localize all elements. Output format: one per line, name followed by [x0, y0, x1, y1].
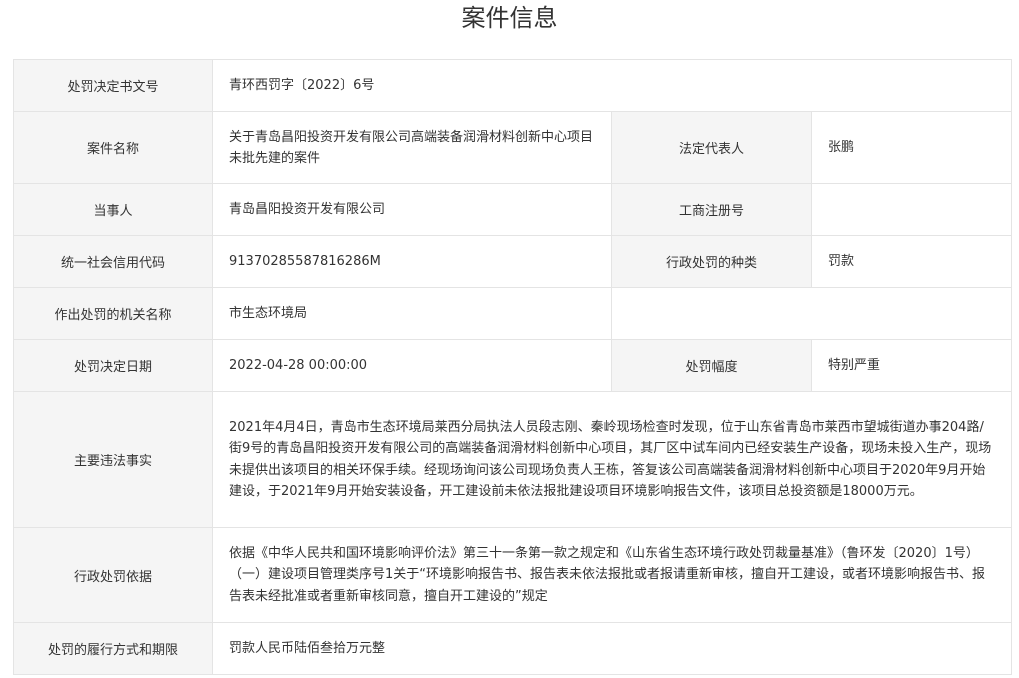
- value-legal-rep: 张鹏: [811, 111, 1012, 184]
- label-decision-date: 处罚决定日期: [13, 339, 213, 392]
- label-penalty-degree: 处罚幅度: [611, 339, 812, 392]
- case-info-table: 处罚决定书文号 青环西罚字〔2022〕6号 案件名称 关于青岛昌阳投资开发有限公…: [13, 59, 1012, 675]
- table-row-party: 当事人 青岛昌阳投资开发有限公司 工商注册号: [13, 183, 1012, 236]
- value-business-reg: [811, 183, 1012, 236]
- value-execution: 罚款人民币陆佰叁拾万元整: [212, 622, 1012, 675]
- label-basis: 行政处罚依据: [13, 527, 213, 623]
- value-facts: 2021年4月4日，青岛市生态环境局莱西分局执法人员段志刚、秦岭现场检查时发现，…: [212, 391, 1012, 528]
- label-authority: 作出处罚的机关名称: [13, 287, 213, 340]
- label-legal-rep: 法定代表人: [611, 111, 812, 184]
- label-execution: 处罚的履行方式和期限: [13, 622, 213, 675]
- label-case-name: 案件名称: [13, 111, 213, 184]
- value-penalty-type: 罚款: [811, 235, 1012, 288]
- table-row-authority: 作出处罚的机关名称 市生态环境局: [13, 287, 1012, 340]
- value-basis: 依据《中华人民共和国环境影响评价法》第三十一条第一款之规定和《山东省生态环境行政…: [212, 527, 1012, 623]
- table-row-decision-no: 处罚决定书文号 青环西罚字〔2022〕6号: [13, 59, 1012, 112]
- value-decision-no: 青环西罚字〔2022〕6号: [212, 59, 1012, 112]
- label-penalty-type: 行政处罚的种类: [611, 235, 812, 288]
- empty-cell: [611, 287, 1012, 340]
- value-penalty-degree: 特别严重: [811, 339, 1012, 392]
- value-authority: 市生态环境局: [212, 287, 612, 340]
- value-credit-code: 91370285587816286M: [212, 235, 612, 288]
- value-case-name: 关于青岛昌阳投资开发有限公司高端装备润滑材料创新中心项目未批先建的案件: [212, 111, 612, 184]
- table-row-credit-code: 统一社会信用代码 91370285587816286M 行政处罚的种类 罚款: [13, 235, 1012, 288]
- table-row-decision-date: 处罚决定日期 2022-04-28 00:00:00 处罚幅度 特别严重: [13, 339, 1012, 392]
- table-row-basis: 行政处罚依据 依据《中华人民共和国环境影响评价法》第三十一条第一款之规定和《山东…: [13, 527, 1012, 623]
- value-party: 青岛昌阳投资开发有限公司: [212, 183, 612, 236]
- label-business-reg: 工商注册号: [611, 183, 812, 236]
- label-decision-no: 处罚决定书文号: [13, 59, 213, 112]
- value-decision-date: 2022-04-28 00:00:00: [212, 339, 612, 392]
- table-row-case-name: 案件名称 关于青岛昌阳投资开发有限公司高端装备润滑材料创新中心项目未批先建的案件…: [13, 111, 1012, 184]
- table-row-execution: 处罚的履行方式和期限 罚款人民币陆佰叁拾万元整: [13, 622, 1012, 675]
- table-row-facts: 主要违法事实 2021年4月4日，青岛市生态环境局莱西分局执法人员段志刚、秦岭现…: [13, 391, 1012, 528]
- label-facts: 主要违法事实: [13, 391, 213, 528]
- label-credit-code: 统一社会信用代码: [13, 235, 213, 288]
- page-title: 案件信息: [461, 4, 558, 32]
- label-party: 当事人: [13, 183, 213, 236]
